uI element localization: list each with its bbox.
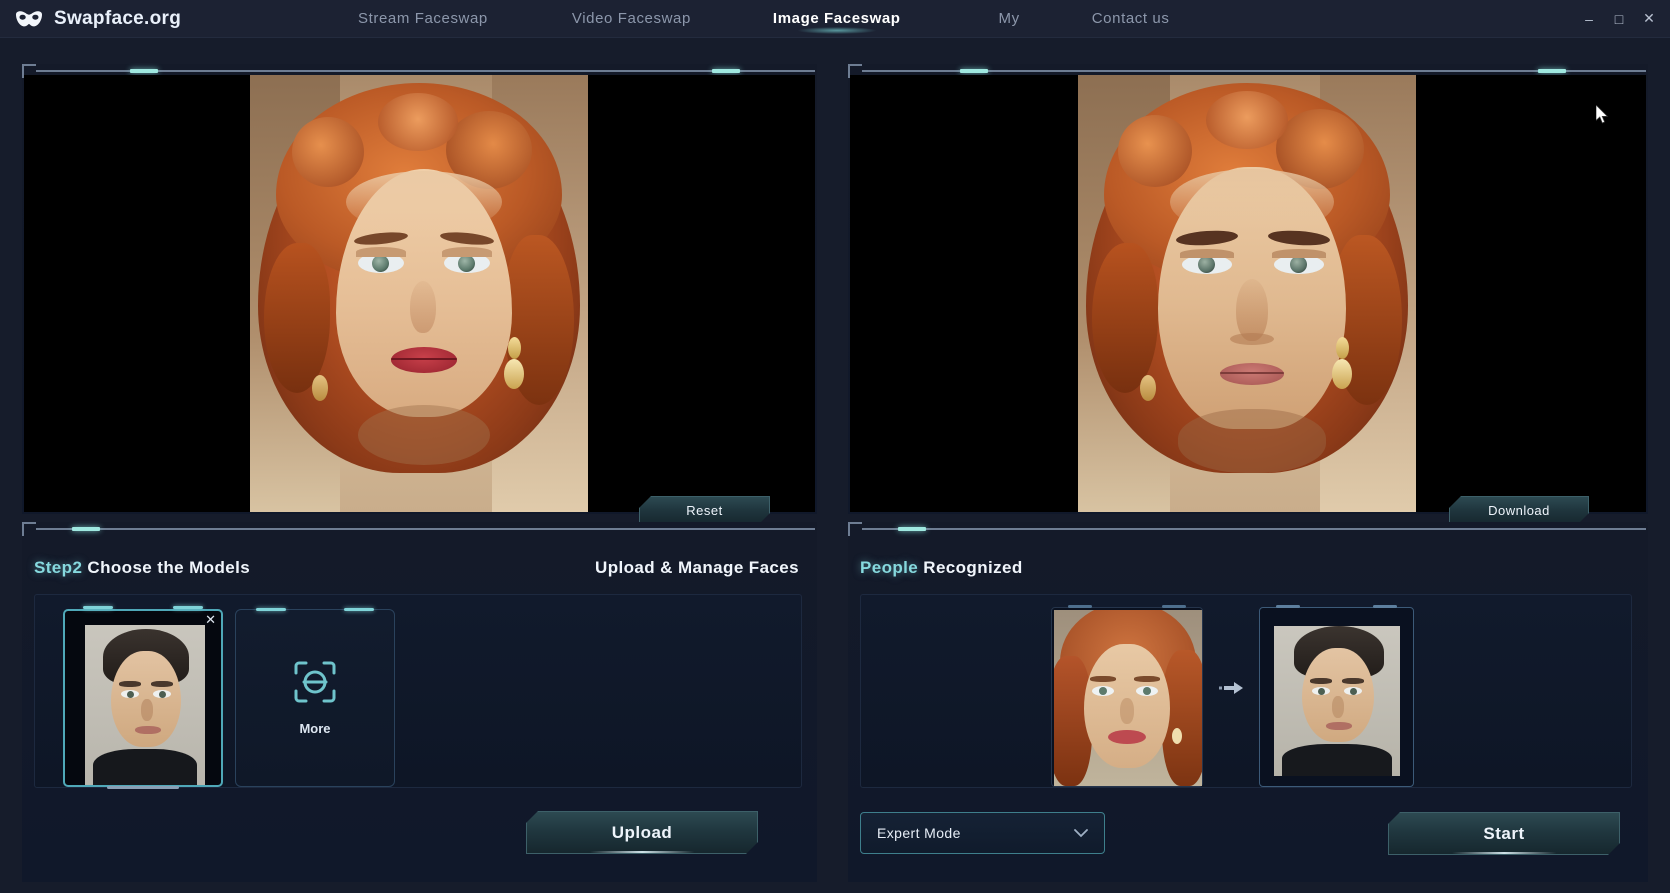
model-card-selected[interactable]: ✕ — [63, 606, 223, 789]
recognized-target-slot[interactable] — [1259, 605, 1414, 787]
panel-rail-accent — [130, 69, 158, 73]
more-models-card[interactable]: More — [235, 608, 395, 787]
panel-rail-accent-right-2 — [1538, 69, 1566, 73]
chevron-down-icon — [1074, 826, 1088, 841]
people-card-area — [860, 594, 1632, 788]
arrow-right-icon — [1219, 681, 1245, 695]
result-image-preview[interactable] — [850, 75, 1646, 512]
models-panel: Step2 Choose the Models Upload & Manage … — [22, 522, 817, 882]
people-title-text: Recognized — [923, 558, 1023, 577]
people-panel-corner — [848, 522, 862, 536]
models-section-title: Step2 Choose the Models — [34, 558, 250, 578]
minimize-icon[interactable]: – — [1574, 5, 1604, 33]
face-scan-icon — [293, 660, 337, 709]
more-card-tick-left — [256, 608, 286, 611]
recognized-source-slot[interactable] — [1051, 605, 1203, 787]
source-preview-panel: Reset — [22, 64, 817, 514]
models-panel-rail — [36, 528, 815, 530]
models-title-text: Choose the Models — [87, 558, 251, 577]
more-card-label: More — [299, 721, 331, 736]
model-card-selected-indicator — [107, 786, 179, 789]
source-image-preview[interactable] — [24, 75, 815, 512]
upload-button-label: Upload — [611, 822, 673, 842]
model-card-remove-icon[interactable]: ✕ — [205, 613, 216, 626]
mode-dropdown[interactable]: Expert Mode — [860, 812, 1105, 854]
people-section-title: People Recognized — [860, 558, 1023, 578]
model-card-image — [65, 611, 221, 785]
more-card-tick-right — [344, 608, 374, 611]
start-button-label: Start — [1483, 823, 1525, 843]
nav-item-stream-faceswap[interactable]: Stream Faceswap — [358, 0, 488, 37]
start-button[interactable]: Start — [1388, 812, 1620, 855]
window-controls: – □ ✕ — [1574, 0, 1670, 37]
models-panel-corner — [22, 522, 36, 536]
brand-name: Swapface.org — [54, 7, 182, 29]
close-icon[interactable]: ✕ — [1634, 5, 1664, 33]
mode-dropdown-value: Expert Mode — [877, 825, 961, 841]
nav-item-video-faceswap[interactable]: Video Faceswap — [572, 0, 691, 37]
people-panel-rail — [862, 528, 1646, 530]
source-portrait-image — [250, 75, 588, 512]
main-nav: Stream Faceswap Video Faceswap Image Fac… — [330, 0, 1574, 37]
result-preview-panel: Download — [848, 64, 1648, 514]
nav-item-image-faceswap[interactable]: Image Faceswap — [773, 0, 901, 37]
maximize-icon[interactable]: □ — [1604, 5, 1634, 33]
panel-rail-accent-2 — [712, 69, 740, 73]
model-card-tick-left — [83, 606, 113, 609]
download-button[interactable]: Download — [1449, 496, 1589, 525]
reset-button[interactable]: Reset — [639, 496, 770, 525]
model-card-tick-right — [173, 606, 203, 609]
nav-item-contact-us[interactable]: Contact us — [1092, 0, 1170, 37]
recognized-source-image — [1052, 608, 1202, 786]
download-button-label: Download — [1488, 503, 1550, 518]
panel-rail-accent-right — [960, 69, 988, 73]
recognized-target-image — [1260, 608, 1413, 786]
people-panel: People Recognized Expert Mode Start — [848, 522, 1648, 882]
manage-faces-link[interactable]: Upload & Manage Faces — [595, 558, 799, 578]
result-portrait-image — [1078, 75, 1416, 512]
models-panel-rail-accent — [72, 527, 100, 531]
models-card-area: ✕ More — [34, 594, 802, 789]
people-accent-label: People — [860, 558, 919, 577]
people-panel-rail-accent — [898, 527, 926, 531]
upload-button[interactable]: Upload — [526, 811, 758, 854]
title-bar: Swapface.org Stream Faceswap Video Faces… — [0, 0, 1670, 38]
mask-icon — [14, 10, 44, 28]
step-label: Step2 — [34, 558, 83, 577]
brand: Swapface.org — [0, 8, 330, 30]
nav-item-my[interactable]: My — [999, 0, 1020, 37]
reset-button-label: Reset — [686, 503, 723, 518]
